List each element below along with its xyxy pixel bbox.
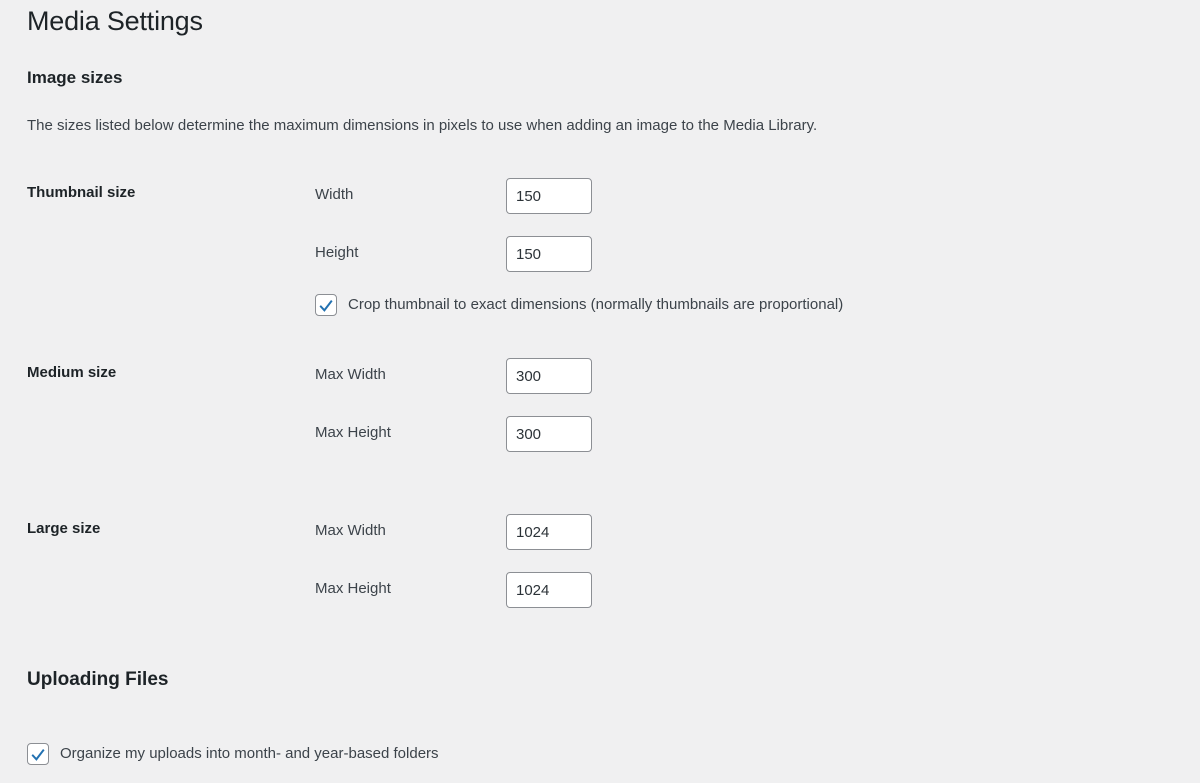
crop-thumbnail-label: Crop thumbnail to exact dimensions (norm… [348,296,844,313]
field-label-large-max-height: Max Height [315,580,391,597]
medium-max-width-input[interactable] [506,358,592,394]
organize-uploads-label: Organize my uploads into month- and year… [60,745,439,762]
large-max-width-input[interactable] [506,514,592,550]
organize-uploads-checkbox-row[interactable]: Organize my uploads into month- and year… [27,743,439,765]
section-heading-uploading-files: Uploading Files [27,669,169,690]
thumbnail-height-input[interactable] [506,236,592,272]
thumbnail-width-input[interactable] [506,178,592,214]
field-label-medium-max-width: Max Width [315,366,386,383]
crop-thumbnail-checkbox-row[interactable]: Crop thumbnail to exact dimensions (norm… [315,294,843,316]
organize-uploads-checkbox[interactable] [27,743,49,765]
field-label-large-max-width: Max Width [315,522,386,539]
image-sizes-description: The sizes listed below determine the max… [27,117,818,134]
medium-max-height-input[interactable] [506,416,592,452]
field-label-thumbnail-width: Width [315,186,354,203]
group-label-large: Large size [27,520,101,537]
page-title: Media Settings [27,6,203,36]
field-label-thumbnail-height: Height [315,244,359,261]
group-label-thumbnail: Thumbnail size [27,184,136,201]
checkmark-icon [319,299,333,312]
checkmark-icon [31,748,45,761]
large-max-height-input[interactable] [506,572,592,608]
field-label-medium-max-height: Max Height [315,424,391,441]
crop-thumbnail-checkbox[interactable] [315,294,337,316]
section-heading-image-sizes: Image sizes [27,68,123,87]
media-settings-page: Media Settings Image sizes The sizes lis… [0,0,1200,783]
group-label-medium: Medium size [27,364,117,381]
